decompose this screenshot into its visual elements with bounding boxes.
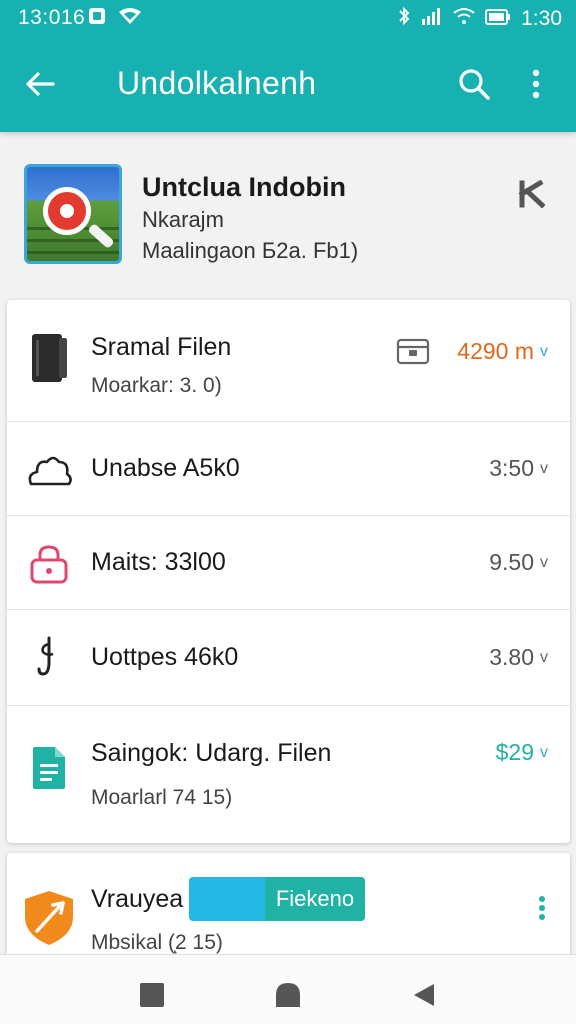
list-item[interactable]: Maits: 33l00 9.50 v xyxy=(7,516,570,610)
app-bar: Undolkalnenh xyxy=(0,44,576,124)
header-title: Untclua Indobin xyxy=(142,172,346,202)
device-icon xyxy=(25,334,73,382)
chevron-down-icon: v xyxy=(540,743,548,761)
overflow-menu-button[interactable] xyxy=(514,62,558,106)
bluetooth-icon xyxy=(397,6,411,32)
document-icon xyxy=(25,744,73,792)
row-title: Uottpes 46k0 xyxy=(91,643,239,671)
recents-icon xyxy=(140,983,164,1007)
close-button[interactable] xyxy=(514,176,550,212)
notification-icon xyxy=(88,7,106,31)
chevron-down-icon: v xyxy=(540,648,548,666)
back-icon xyxy=(414,984,434,1006)
header-subtitle: Nkarajm xyxy=(142,207,224,232)
list-item[interactable]: Sramal Filen Moarkar: 3. 0) 4290 m v xyxy=(7,300,570,422)
nav-back-button[interactable] xyxy=(404,975,444,1015)
search-icon xyxy=(459,69,490,100)
row-subtitle: Moarlarl 74 15) xyxy=(91,786,233,809)
home-button[interactable] xyxy=(268,975,308,1015)
row-value-text: 4290 m xyxy=(457,338,534,364)
row-value[interactable]: 3.80 v xyxy=(489,644,548,671)
top-app-bar: 13:016 1:30 Undolkalnenh xyxy=(0,0,576,132)
toggle-label: Fiekeno xyxy=(265,877,365,921)
list-item[interactable]: Uottpes 46k0 3.80 v xyxy=(7,610,570,706)
chevron-down-icon: v xyxy=(540,553,548,571)
chevron-down-icon: v xyxy=(540,459,548,477)
signal-icon xyxy=(421,7,443,31)
bottom-item-title: Vrauyea xyxy=(91,885,184,913)
row-value-text: 3.80 xyxy=(489,644,534,670)
row-subtitle: Moarkar: 3. 0) xyxy=(91,374,222,397)
header-detail: Maalingaon Б2a. Fb1) xyxy=(142,238,359,263)
list-item[interactable]: Unabse A5k0 3:50 v xyxy=(7,422,570,516)
arrow-back-icon xyxy=(26,72,55,96)
home-icon xyxy=(276,983,300,1007)
app-title: Undolkalnenh xyxy=(117,65,317,101)
battery-icon xyxy=(485,7,511,31)
row-value-text: 9.50 xyxy=(489,549,534,575)
chevron-down-icon: v xyxy=(540,342,548,360)
fiekeno-toggle[interactable]: Fiekeno xyxy=(189,877,365,921)
wifi-icon xyxy=(453,7,475,31)
system-nav-bar xyxy=(0,954,576,1024)
wifi-icon xyxy=(118,7,142,31)
status-bar: 13:016 1:30 xyxy=(0,0,576,34)
magnifier-icon xyxy=(43,187,91,235)
bottom-item-subtitle: Mbsikal (ͅ2 15) xyxy=(91,931,223,954)
more-vert-icon xyxy=(532,69,540,99)
file-thumbnail[interactable] xyxy=(24,164,122,264)
shield-icon xyxy=(25,891,73,945)
row-value[interactable]: 4290 m v xyxy=(457,338,548,365)
row-title: Saingok: Udarg. Filen xyxy=(91,739,332,767)
more-vert-icon xyxy=(539,896,545,920)
row-value-text: $29 xyxy=(495,739,534,765)
row-value-text: 3:50 xyxy=(489,455,534,481)
row-title: Maits: 33l00 xyxy=(91,548,226,576)
close-icon xyxy=(518,180,546,208)
calendar-icon xyxy=(396,338,430,365)
file-details-list: Sramal Filen Moarkar: 3. 0) 4290 m v Una… xyxy=(7,300,570,843)
row-title: Unabse A5k0 xyxy=(91,454,240,482)
cloud-icon xyxy=(25,446,73,494)
back-button[interactable] xyxy=(18,62,62,106)
item-menu-button[interactable] xyxy=(530,891,554,925)
row-value[interactable]: $29 v xyxy=(496,739,548,766)
row-value[interactable]: 9.50 v xyxy=(489,549,548,576)
status-time: 13:016 xyxy=(18,6,86,29)
recents-button[interactable] xyxy=(132,975,172,1015)
hook-icon xyxy=(25,634,73,682)
status-right-time: 1:30 xyxy=(521,7,562,30)
list-item[interactable]: Saingok: Udarg. Filen Moarlarl 74 15) $2… xyxy=(7,706,570,843)
search-button[interactable] xyxy=(452,62,496,106)
lock-icon xyxy=(25,540,73,588)
file-header: Untclua Indobin Nkarajm Maalingaon Б2a. … xyxy=(0,144,576,290)
row-value[interactable]: 3:50 v xyxy=(489,455,548,482)
row-title: Sramal Filen xyxy=(91,333,232,361)
